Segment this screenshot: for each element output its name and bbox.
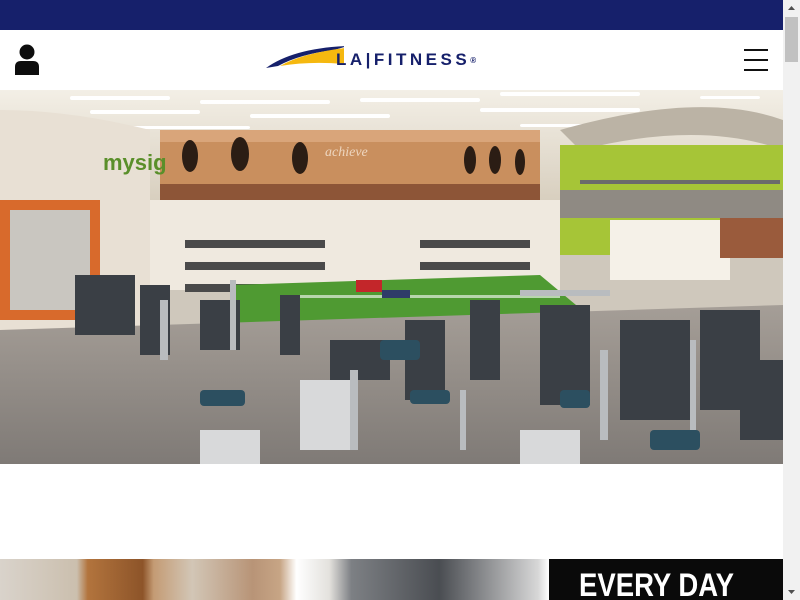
vertical-scrollbar[interactable] <box>783 0 800 600</box>
scroll-down-arrow-icon <box>788 590 795 594</box>
logo-wordmark-text: LA|FITNESS <box>336 50 471 69</box>
mysig-sign: mysig <box>103 150 167 175</box>
scroll-down-button[interactable] <box>783 583 800 600</box>
promo-text-panel: EVERY DAY <box>549 559 783 600</box>
hamburger-menu-icon-bar <box>744 59 768 61</box>
top-announcement-bar <box>0 0 783 30</box>
promo-banner[interactable]: EVERY DAY <box>0 559 783 600</box>
account-button[interactable] <box>12 44 42 76</box>
la-fitness-logo[interactable]: LA|FITNESS® <box>264 44 490 76</box>
promo-photo <box>0 559 549 600</box>
logo-wordmark: LA|FITNESS® <box>336 50 476 70</box>
hamburger-menu-icon-bar <box>744 69 768 71</box>
promo-headline: EVERY DAY <box>579 567 735 600</box>
scroll-up-arrow-icon <box>788 6 795 10</box>
scrollbar-thumb[interactable] <box>785 17 798 62</box>
site-header: LA|FITNESS® <box>0 30 783 90</box>
page: LA|FITNESS® achieve mysig EVERY DAY <box>0 0 800 600</box>
hero-gym-image: achieve mysig <box>0 90 783 464</box>
logo-swoosh-icon <box>266 46 344 68</box>
scroll-up-button[interactable] <box>783 0 800 17</box>
logo-registered-mark: ® <box>470 56 477 65</box>
gym-interior-photo: achieve mysig <box>0 90 783 464</box>
hamburger-menu-button[interactable] <box>742 46 770 74</box>
content-spacer <box>0 464 783 559</box>
hamburger-menu-icon <box>744 49 768 51</box>
mural-text: achieve <box>325 145 368 160</box>
user-icon <box>15 44 39 75</box>
